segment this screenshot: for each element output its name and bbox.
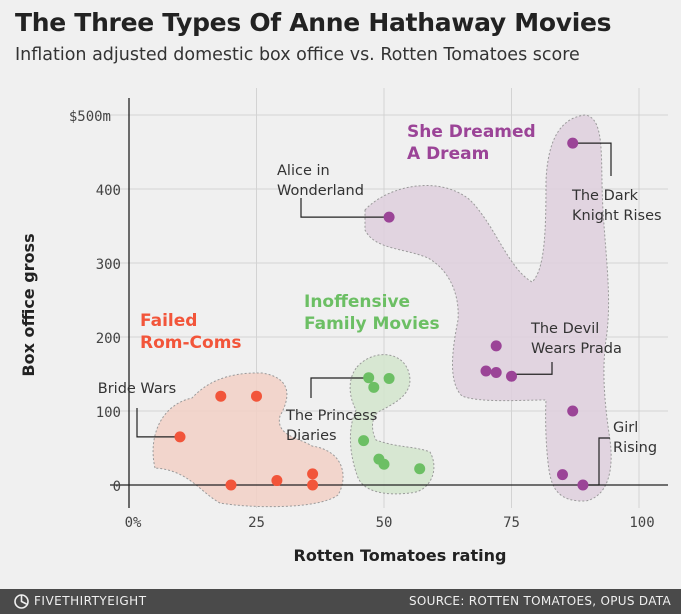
data-point-s1-6: [414, 463, 426, 475]
annotation-label-3-1: Wears Prada: [531, 341, 622, 357]
data-point-s1-5: [378, 458, 390, 470]
annotation-label-1-1: Diaries: [286, 428, 337, 444]
data-point-s2-0: [383, 211, 395, 223]
group-label-2-1: A Dream: [407, 144, 489, 164]
data-point-s1-1: [368, 381, 380, 393]
data-point-s0-6: [307, 479, 319, 491]
data-point-s1-2: [383, 372, 395, 384]
annotation-label-2-1: Wonderland: [277, 183, 364, 199]
y-axis-label: Box office gross: [19, 233, 38, 376]
data-point-s0-4: [271, 475, 283, 487]
footer-source: SOURCE: ROTTEN TOMATOES, OPUS DATA: [408, 594, 671, 608]
annotation-label-4-1: Knight Rises: [572, 208, 662, 224]
y-tick-label-100: 100: [96, 405, 121, 421]
annotation-label-3-0: The Devil: [530, 321, 599, 337]
x-tick-label-50: 50: [376, 515, 393, 531]
data-point-s1-3: [358, 435, 370, 447]
x-tick-label-25: 25: [248, 515, 265, 531]
annotation-label-4-0: The Dark: [571, 188, 639, 204]
x-axis-label: Rotten Tomatoes rating: [294, 546, 507, 565]
y-tick-label-200: 200: [96, 331, 121, 347]
data-point-s2-4: [506, 370, 517, 382]
x-tick-label-75: 75: [503, 515, 520, 531]
y-tick-label-0: 0: [113, 479, 121, 495]
data-point-s0-0: [174, 431, 186, 443]
data-point-s2-7: [557, 469, 568, 481]
x-tick-label-100: 100: [629, 515, 654, 531]
annotation-label-0-0: Bride Wars: [98, 381, 176, 397]
y-tick-label-400: 400: [96, 183, 121, 199]
data-point-s2-8: [577, 479, 589, 491]
group-label-2-0: She Dreamed: [407, 122, 536, 142]
data-point-s0-1: [215, 390, 227, 402]
x-tick-label-0: 0%: [125, 515, 142, 531]
annotation-label-2-0: Alice in: [277, 163, 330, 179]
group-label-0-1: Rom-Coms: [140, 333, 242, 353]
data-point-s0-5: [307, 468, 319, 480]
scatter-chart: 0 100 200 300 400 $500m 0% 25 50 75 100 Rotten Toma…: [19, 88, 668, 565]
fivethirtyeight-logo-icon: [14, 594, 29, 609]
data-point-s2-2: [480, 365, 492, 377]
footer-bar: FIVETHIRTYEIGHT SOURCE: ROTTEN TOMATOES,…: [0, 589, 681, 614]
data-point-s2-5: [567, 137, 579, 149]
y-tick-label-300: 300: [96, 257, 121, 273]
data-point-s2-6: [567, 405, 579, 417]
group-label-0-0: Failed: [140, 311, 197, 331]
data-point-s2-1: [490, 340, 502, 352]
data-point-s0-2: [251, 390, 262, 402]
annotation-label-5-0: Girl: [613, 420, 638, 436]
data-point-s2-3: [490, 367, 502, 379]
data-point-s1-0: [363, 372, 375, 384]
annotation-label-5-1: Rising: [613, 440, 657, 456]
y-tick-label-500: $500m: [69, 109, 111, 125]
annotation-label-1-0: The Princess: [285, 408, 377, 424]
data-point-s0-3: [225, 479, 237, 491]
group-label-1-1: Family Movies: [304, 314, 440, 334]
group-label-1-0: Inoffensive: [304, 292, 410, 312]
footer-brand: FIVETHIRTYEIGHT: [34, 594, 147, 608]
